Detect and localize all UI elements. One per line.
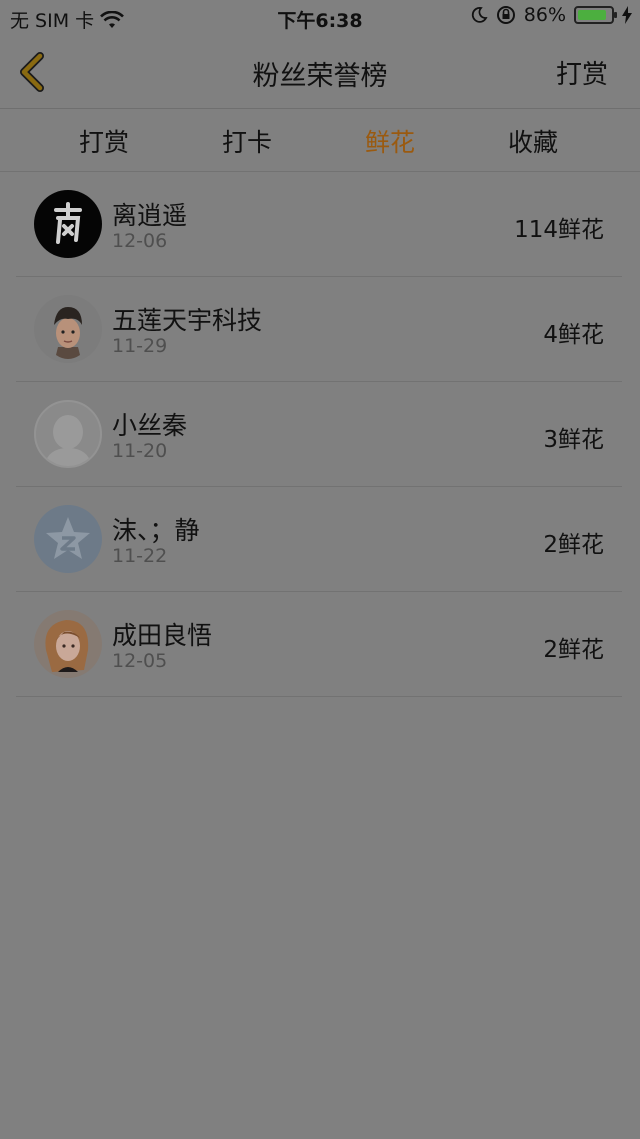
avatar[interactable] <box>34 400 102 468</box>
fan-date: 12-06 <box>112 230 168 252</box>
tab-reward[interactable]: 打赏 <box>49 123 159 159</box>
cartoon-boy-avatar <box>54 307 82 359</box>
fan-name: 五莲天宇科技 <box>112 306 263 335</box>
charging-bolt-icon <box>622 6 632 24</box>
fan-name: 离逍遥 <box>112 201 188 230</box>
avatar[interactable] <box>34 505 102 573</box>
battery-icon <box>574 6 617 24</box>
avatar[interactable] <box>34 190 102 258</box>
fan-name: 沫、；静 <box>112 516 200 545</box>
nav-bar: 粉丝荣誉榜 打赏 <box>0 36 640 109</box>
list-item[interactable]: 成田良悟 12-05 2鲜花 <box>16 592 622 697</box>
fan-list: 离逍遥 12-06 114鲜花 五莲天宇科技 11-29 4鲜花 小丝秦 11-… <box>16 172 622 697</box>
tab-checkin[interactable]: 打卡 <box>192 123 302 159</box>
status-right-group: 86% <box>470 4 632 26</box>
flower-count: 4鲜花 <box>543 322 604 348</box>
status-bar: 无 SIM 卡 下午6:38 86% <box>0 0 640 36</box>
fan-date: 11-20 <box>112 440 168 462</box>
default-silhouette-avatar <box>44 415 92 466</box>
screen: 无 SIM 卡 下午6:38 86% 粉丝荣誉榜 打赏 打赏 打卡 鲜花 收藏 … <box>0 0 640 1139</box>
qzone-star-avatar <box>46 517 90 559</box>
avatar[interactable] <box>34 610 102 678</box>
flower-count: 2鲜花 <box>543 532 604 558</box>
list-item[interactable]: 小丝秦 11-20 3鲜花 <box>16 382 622 487</box>
rotation-lock-icon <box>496 6 515 24</box>
anime-girl-avatar <box>45 620 89 672</box>
page-title: 粉丝荣誉榜 <box>252 61 388 92</box>
tab-favorites[interactable]: 收藏 <box>478 123 588 159</box>
list-item[interactable]: 五莲天宇科技 11-29 4鲜花 <box>16 277 622 382</box>
list-item[interactable]: 离逍遥 12-06 114鲜花 <box>16 172 622 277</box>
flower-count: 3鲜花 <box>543 427 604 453</box>
fan-date: 11-22 <box>112 545 168 567</box>
avatar[interactable] <box>34 295 102 363</box>
calligraphy-avatar <box>54 202 82 244</box>
battery-percent: 86% <box>523 4 566 26</box>
fan-date: 12-05 <box>112 650 168 672</box>
flower-count: 2鲜花 <box>543 637 604 663</box>
tab-bar: 打赏 打卡 鲜花 收藏 <box>0 109 640 172</box>
fan-date: 11-29 <box>112 335 168 357</box>
list-item[interactable]: 沫、；静 11-22 2鲜花 <box>16 487 622 592</box>
moon-icon <box>471 7 488 23</box>
reward-button[interactable]: 打赏 <box>556 54 608 91</box>
tab-flowers[interactable]: 鲜花 <box>335 123 445 159</box>
fan-name: 小丝秦 <box>112 411 188 440</box>
battery-fill <box>578 10 606 20</box>
fan-name: 成田良悟 <box>112 621 213 650</box>
flower-count: 114鲜花 <box>514 217 604 243</box>
